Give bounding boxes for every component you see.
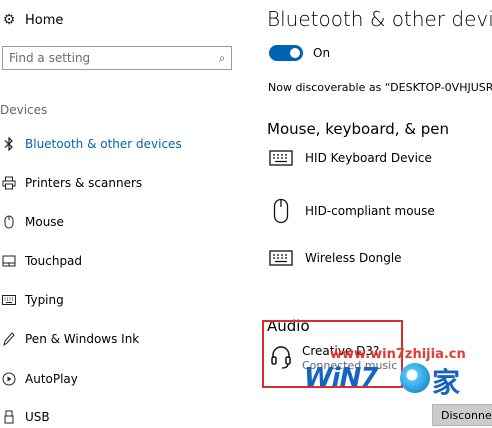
- mouse-keyboard-pen-heading: Mouse, keyboard, & pen: [267, 120, 450, 138]
- toggle-state-label: On: [313, 46, 331, 60]
- sidebar-item-pen[interactable]: Pen & Windows Ink: [0, 328, 139, 350]
- nav-home-label: Home: [25, 12, 64, 28]
- search-box[interactable]: ⌕: [2, 46, 232, 70]
- mouse-icon: [0, 215, 18, 229]
- disconnect-button[interactable]: Disconnect: [432, 404, 492, 426]
- search-input[interactable]: [3, 48, 213, 68]
- gear-icon: ⚙: [2, 12, 16, 28]
- sidebar-item-label: AutoPlay: [25, 372, 78, 386]
- keyboard-icon: [0, 295, 18, 305]
- sidebar-item-label: Typing: [25, 293, 64, 307]
- pen-icon: [0, 332, 18, 346]
- audio-highlight-box: [262, 320, 403, 388]
- settings-nav: ⚙ Home ⌕ Devices Bluetooth & other devic…: [0, 0, 245, 425]
- sidebar-item-bluetooth[interactable]: Bluetooth & other devices: [0, 133, 182, 155]
- device-name: HID-compliant mouse: [305, 204, 435, 218]
- usb-icon: [0, 410, 18, 424]
- mouse-icon: [268, 198, 294, 224]
- sidebar-item-printers[interactable]: Printers & scanners: [0, 172, 142, 194]
- sidebar-item-mouse[interactable]: Mouse: [0, 211, 64, 233]
- sidebar-item-touchpad[interactable]: Touchpad: [0, 250, 82, 272]
- bluetooth-toggle[interactable]: [269, 45, 303, 61]
- sidebar-item-label: Pen & Windows Ink: [25, 332, 140, 346]
- printer-icon: [0, 176, 18, 190]
- discoverable-text: Now discoverable as “DESKTOP-0VHJUSR: [268, 81, 492, 94]
- sidebar-item-label: Touchpad: [25, 254, 83, 268]
- sidebar-item-label: Bluetooth & other devices: [25, 137, 182, 151]
- device-item-dongle[interactable]: Wireless Dongle: [268, 250, 402, 266]
- search-icon[interactable]: ⌕: [213, 51, 231, 66]
- sidebar-item-label: Printers & scanners: [25, 176, 143, 190]
- sidebar-item-label: USB: [25, 410, 50, 424]
- sidebar-item-autoplay[interactable]: AutoPlay: [0, 368, 78, 390]
- autoplay-icon: [0, 372, 18, 386]
- bluetooth-icon: [0, 137, 18, 151]
- page-title: Bluetooth & other devic: [267, 7, 492, 31]
- keyboard-icon: [268, 250, 294, 266]
- device-name: Wireless Dongle: [305, 251, 402, 265]
- keyboard-icon: [268, 150, 294, 166]
- sidebar-item-label: Mouse: [25, 215, 64, 229]
- device-name: HID Keyboard Device: [305, 151, 432, 165]
- touchpad-icon: [0, 255, 18, 267]
- nav-home[interactable]: ⚙ Home: [0, 10, 64, 30]
- nav-section-header: Devices: [0, 103, 48, 117]
- device-item-mouse[interactable]: HID-compliant mouse: [268, 198, 435, 224]
- sidebar-item-typing[interactable]: Typing: [0, 289, 64, 311]
- device-item-keyboard[interactable]: HID Keyboard Device: [268, 150, 432, 166]
